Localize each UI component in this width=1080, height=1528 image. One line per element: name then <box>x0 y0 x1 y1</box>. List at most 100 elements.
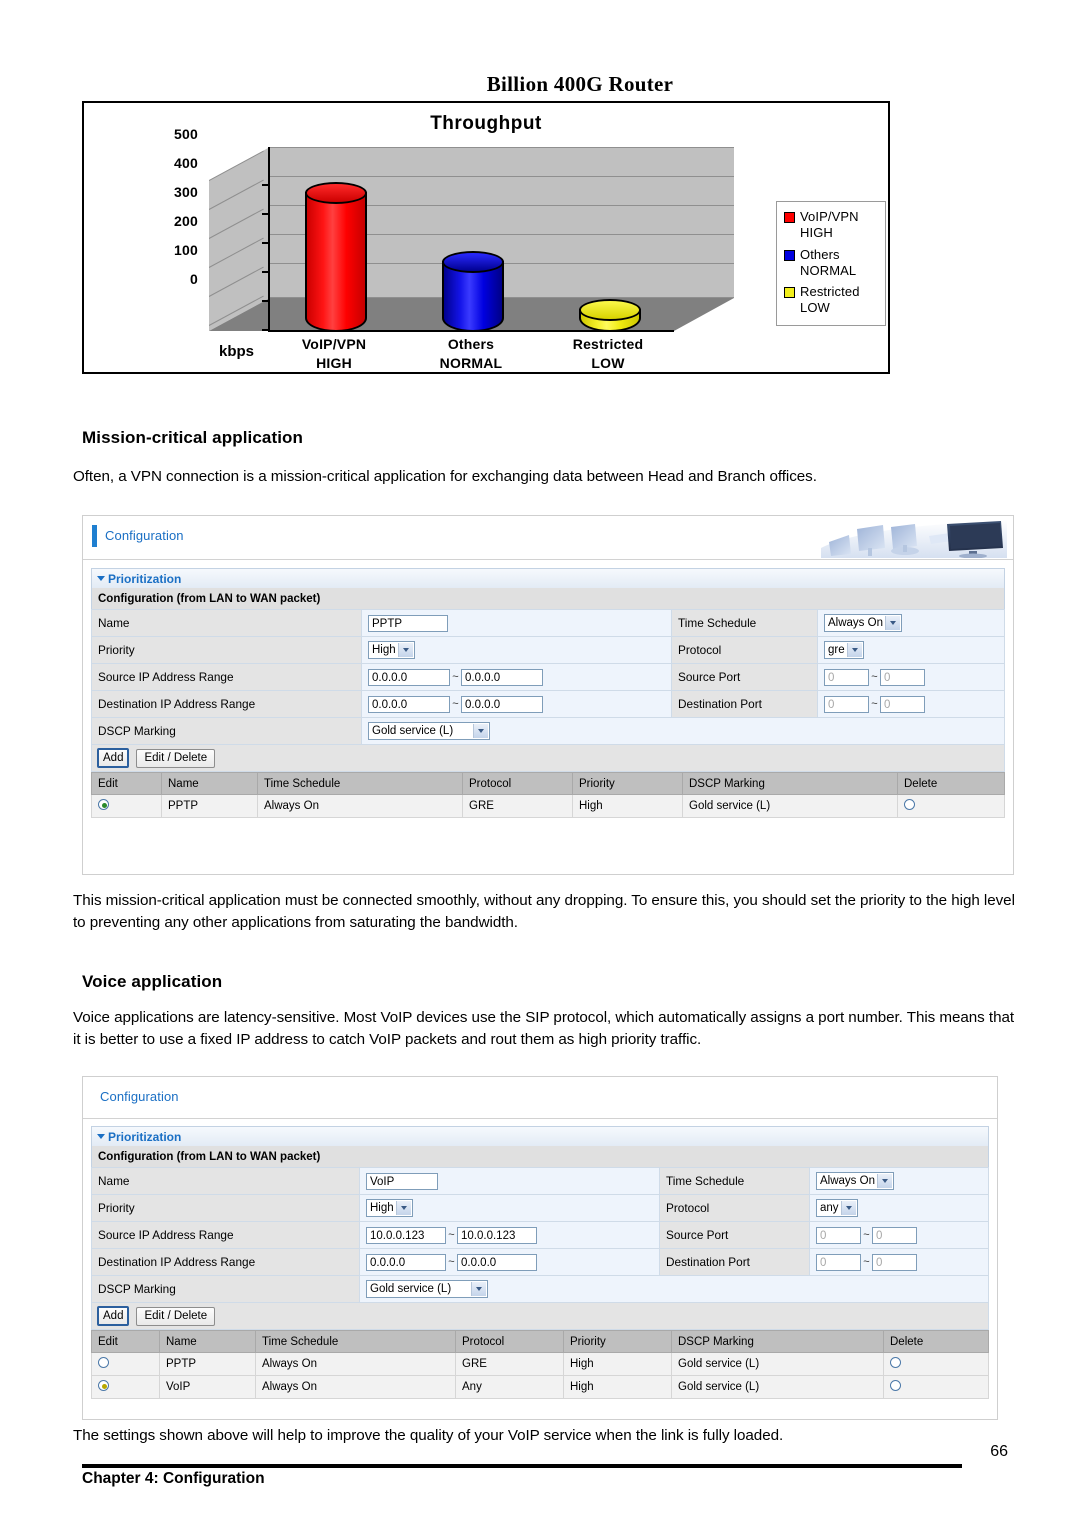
label-dscp-2: DSCP Marking <box>92 1276 360 1303</box>
destination-port-from-input[interactable]: 0 <box>824 696 869 713</box>
label-name: Name <box>92 610 362 637</box>
form-row-name: Name VoIP Time Schedule Always On <box>92 1168 989 1195</box>
prioritization-section-toggle-2[interactable]: Prioritization <box>91 1126 989 1146</box>
x-label-others-line1: Others <box>448 336 494 352</box>
chart-y-axis <box>268 147 270 332</box>
edit-delete-button[interactable]: Edit / Delete <box>136 749 215 768</box>
col-name-2: Name <box>160 1331 256 1353</box>
destination-ip-from-input[interactable]: 0.0.0.0 <box>368 696 450 713</box>
source-port-from-input-2[interactable]: 0 <box>816 1227 861 1244</box>
form-row-source-ip: Source IP Address Range 10.0.0.123~10.0.… <box>92 1222 989 1249</box>
y-tick-200: 200 <box>154 213 198 229</box>
table-row: PPTP Always On GRE High Gold service (L) <box>92 795 1005 818</box>
edit-radio-pptp[interactable] <box>98 1357 109 1368</box>
chevron-down-icon <box>471 1282 486 1296</box>
edit-delete-button-2[interactable]: Edit / Delete <box>136 1307 215 1326</box>
source-ip-from-input-2[interactable]: 10.0.0.123 <box>366 1227 446 1244</box>
chart-legend: VoIP/VPN HIGH Others NORMAL Restricted L… <box>776 201 886 326</box>
cell-time-schedule: Always On <box>256 1353 456 1376</box>
range-separator: ~ <box>450 671 461 683</box>
protocol-select-2[interactable]: any <box>816 1199 858 1217</box>
label-protocol: Protocol <box>672 637 818 664</box>
label-destination-ip: Destination IP Address Range <box>92 691 362 718</box>
col-protocol-2: Protocol <box>456 1331 564 1353</box>
name-input[interactable]: PPTP <box>368 615 448 632</box>
dscp-marking-select[interactable]: Gold service (L) <box>368 722 490 740</box>
range-separator: ~ <box>869 698 880 710</box>
edit-radio-voip[interactable] <box>98 1380 109 1391</box>
field-source-port-cell: 0~0 <box>818 664 1005 691</box>
source-ip-to-input-2[interactable]: 10.0.0.123 <box>457 1227 537 1244</box>
panel-header-voip: Configuration <box>83 1077 997 1119</box>
col-delete: Delete <box>898 773 1005 795</box>
destination-ip-to-input[interactable]: 0.0.0.0 <box>461 696 543 713</box>
destination-port-to-input[interactable]: 0 <box>880 696 925 713</box>
x-label-voip-vpn-line2: HIGH <box>316 355 352 371</box>
table-header-row: Edit Name Time Schedule Protocol Priorit… <box>92 1331 989 1353</box>
prioritization-form-1: Name PPTP Time Schedule Always On Priori… <box>91 609 1005 745</box>
field-protocol-cell: gre <box>818 637 1005 664</box>
priority-select-2[interactable]: High <box>366 1199 413 1217</box>
cell-priority: High <box>573 795 683 818</box>
prioritization-section-toggle-1[interactable]: Prioritization <box>91 568 1005 588</box>
form-row-destination-ip: Destination IP Address Range 0.0.0.0~0.0… <box>92 1249 989 1276</box>
cell-time-schedule: Always On <box>258 795 463 818</box>
paragraph-mission-critical: Often, a VPN connection is a mission-cri… <box>73 466 1017 488</box>
y-tick-0: 0 <box>154 271 198 287</box>
form-action-buttons-1: Add Edit / Delete <box>91 745 1005 772</box>
destination-port-from-input-2[interactable]: 0 <box>816 1254 861 1271</box>
delete-radio[interactable] <box>904 799 915 810</box>
col-protocol: Protocol <box>463 773 573 795</box>
add-button-2[interactable]: Add <box>97 1306 129 1326</box>
router-config-panel-voip: Configuration Prioritization Configurati… <box>82 1076 998 1420</box>
source-port-from-input[interactable]: 0 <box>824 669 869 686</box>
protocol-select[interactable]: gre <box>824 641 864 659</box>
legend-label-restricted: Restricted LOW <box>800 284 860 317</box>
field-destination-port-cell-2: 0~0 <box>810 1249 989 1276</box>
time-schedule-select[interactable]: Always On <box>824 614 902 632</box>
source-port-to-input-2[interactable]: 0 <box>872 1227 917 1244</box>
cell-name: PPTP <box>160 1353 256 1376</box>
range-separator: ~ <box>869 671 880 683</box>
cell-dscp: Gold service (L) <box>672 1376 884 1399</box>
paragraph-voice-followup: The settings shown above will help to im… <box>73 1425 1017 1447</box>
x-label-restricted-line2: LOW <box>591 355 624 371</box>
heading-mission-critical: Mission-critical application <box>82 428 303 448</box>
chevron-down-icon <box>398 643 413 657</box>
source-port-to-input[interactable]: 0 <box>880 669 925 686</box>
label-priority-2: Priority <box>92 1195 360 1222</box>
field-priority-cell-2: High <box>360 1195 660 1222</box>
col-delete-2: Delete <box>884 1331 989 1353</box>
destination-port-to-input-2[interactable]: 0 <box>872 1254 917 1271</box>
cell-delete-radio <box>884 1353 989 1376</box>
bar-restricted-low <box>579 299 641 332</box>
name-input-2[interactable]: VoIP <box>366 1173 438 1190</box>
y-tick-500: 500 <box>154 126 198 142</box>
chevron-down-icon <box>97 1134 105 1139</box>
chevron-down-icon <box>97 576 105 581</box>
legend-swatch-yellow-icon <box>784 287 795 298</box>
source-ip-to-input[interactable]: 0.0.0.0 <box>461 669 543 686</box>
add-button[interactable]: Add <box>97 748 129 768</box>
chevron-down-icon <box>473 724 488 738</box>
destination-ip-to-input-2[interactable]: 0.0.0.0 <box>457 1254 537 1271</box>
time-schedule-select-2[interactable]: Always On <box>816 1172 894 1190</box>
destination-ip-from-input-2[interactable]: 0.0.0.0 <box>366 1254 446 1271</box>
source-ip-from-input[interactable]: 0.0.0.0 <box>368 669 450 686</box>
field-dscp-cell-2: Gold service (L) <box>360 1276 989 1303</box>
priority-select[interactable]: High <box>368 641 415 659</box>
field-destination-ip-cell-2: 0.0.0.0~0.0.0.0 <box>360 1249 660 1276</box>
col-priority: Priority <box>573 773 683 795</box>
delete-radio-pptp[interactable] <box>890 1357 901 1368</box>
delete-radio-voip[interactable] <box>890 1380 901 1391</box>
field-priority-cell: High <box>362 637 672 664</box>
field-dscp-cell: Gold service (L) <box>362 718 1005 745</box>
col-time-schedule: Time Schedule <box>258 773 463 795</box>
field-source-port-cell-2: 0~0 <box>810 1222 989 1249</box>
cell-name: VoIP <box>160 1376 256 1399</box>
edit-radio[interactable] <box>98 799 109 810</box>
range-separator: ~ <box>861 1229 872 1241</box>
label-name-2: Name <box>92 1168 360 1195</box>
field-destination-ip-cell: 0.0.0.0~0.0.0.0 <box>362 691 672 718</box>
dscp-marking-select-2[interactable]: Gold service (L) <box>366 1280 488 1298</box>
